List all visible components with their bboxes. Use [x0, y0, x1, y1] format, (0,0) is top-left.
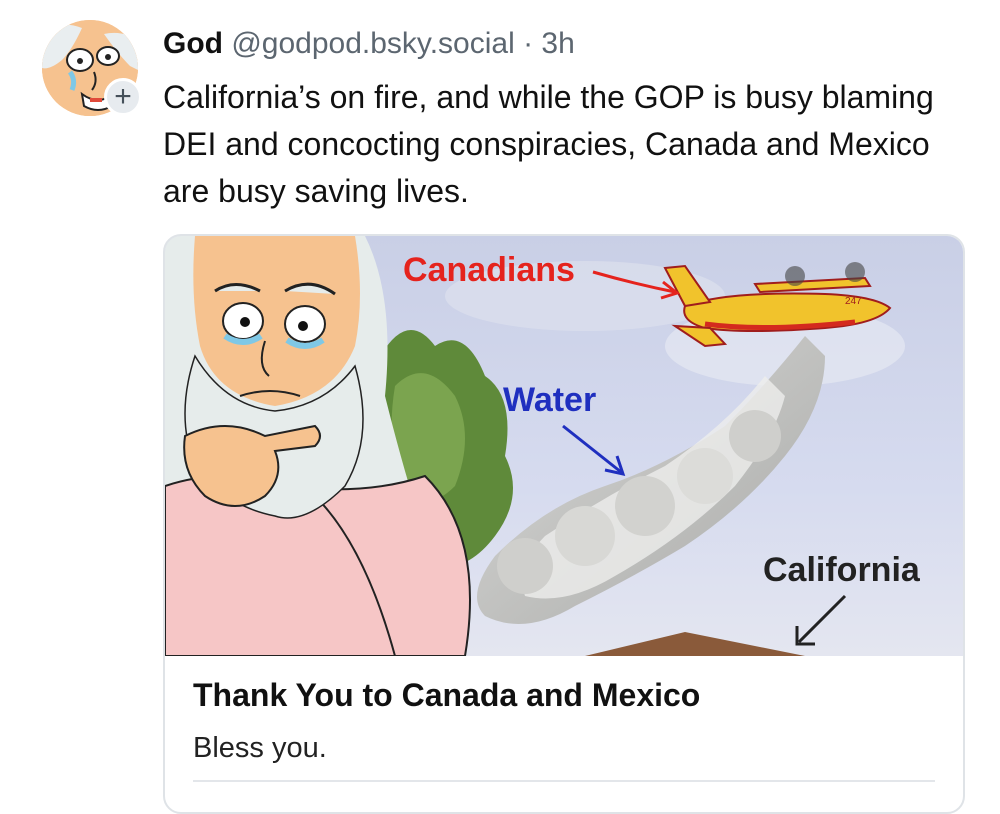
card-thumbnail: 247 Canadians Water California [165, 236, 963, 656]
link-preview-card[interactable]: 247 Canadians Water California Thank You… [163, 234, 965, 814]
post-timestamp[interactable]: 3h [541, 27, 574, 60]
card-description: Bless you. [193, 732, 327, 764]
follow-plus-icon[interactable]: + [104, 78, 142, 116]
post-header: God @godpod.bsky.social · 3h [163, 26, 575, 62]
label-california: California [763, 551, 921, 589]
header-separator: · [523, 27, 534, 60]
label-water: Water [503, 381, 596, 419]
meme-image: 247 Canadians Water California [165, 236, 963, 656]
post-text: California’s on fire, and while the GOP … [163, 79, 934, 209]
author-avatar[interactable]: + [42, 20, 142, 116]
card-divider [193, 780, 935, 782]
author-handle[interactable]: @godpod.bsky.social [231, 27, 514, 60]
author-name[interactable]: God [163, 27, 223, 60]
plane-number: 247 [845, 296, 862, 307]
label-canadians: Canadians [403, 251, 575, 289]
card-title[interactable]: Thank You to Canada and Mexico [193, 677, 700, 714]
